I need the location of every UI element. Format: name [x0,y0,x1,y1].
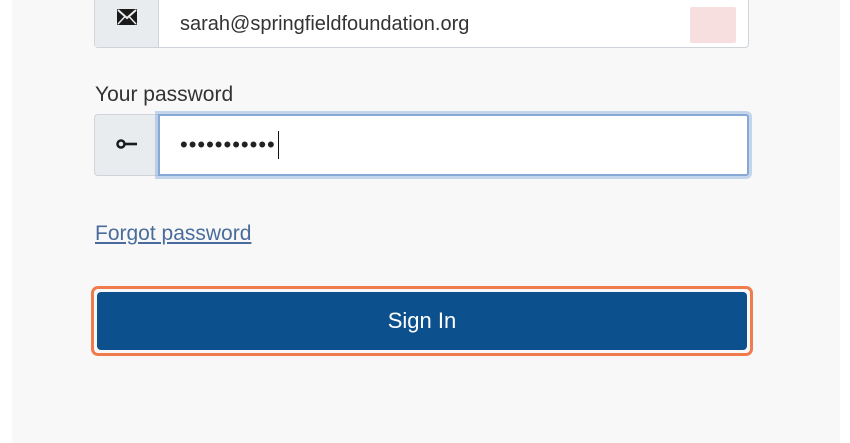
text-caret [277,131,279,159]
email-value: sarah@springfieldfoundation.org [180,12,470,35]
sign-in-label: Sign In [387,308,457,333]
autofill-indicator[interactable] [690,7,736,43]
key-icon [115,136,138,154]
email-addon [95,0,159,47]
forgot-password-link[interactable]: Forgot password [95,222,251,246]
email-input-group: sarah@springfieldfoundation.org [94,0,749,48]
password-label: Your password [95,83,234,106]
password-addon [94,114,158,176]
envelope-icon [116,8,137,31]
password-field[interactable]: ••••••••••• [158,114,749,176]
login-page: sarah@springfieldfoundation.org Your pas… [0,0,850,443]
password-masked-value: ••••••••••• [180,132,276,157]
email-field[interactable]: sarah@springfieldfoundation.org [159,0,748,47]
sign-in-focus-ring: Sign In [91,286,753,356]
password-input-group: ••••••••••• [94,114,749,176]
sign-in-button[interactable]: Sign In [97,292,747,350]
